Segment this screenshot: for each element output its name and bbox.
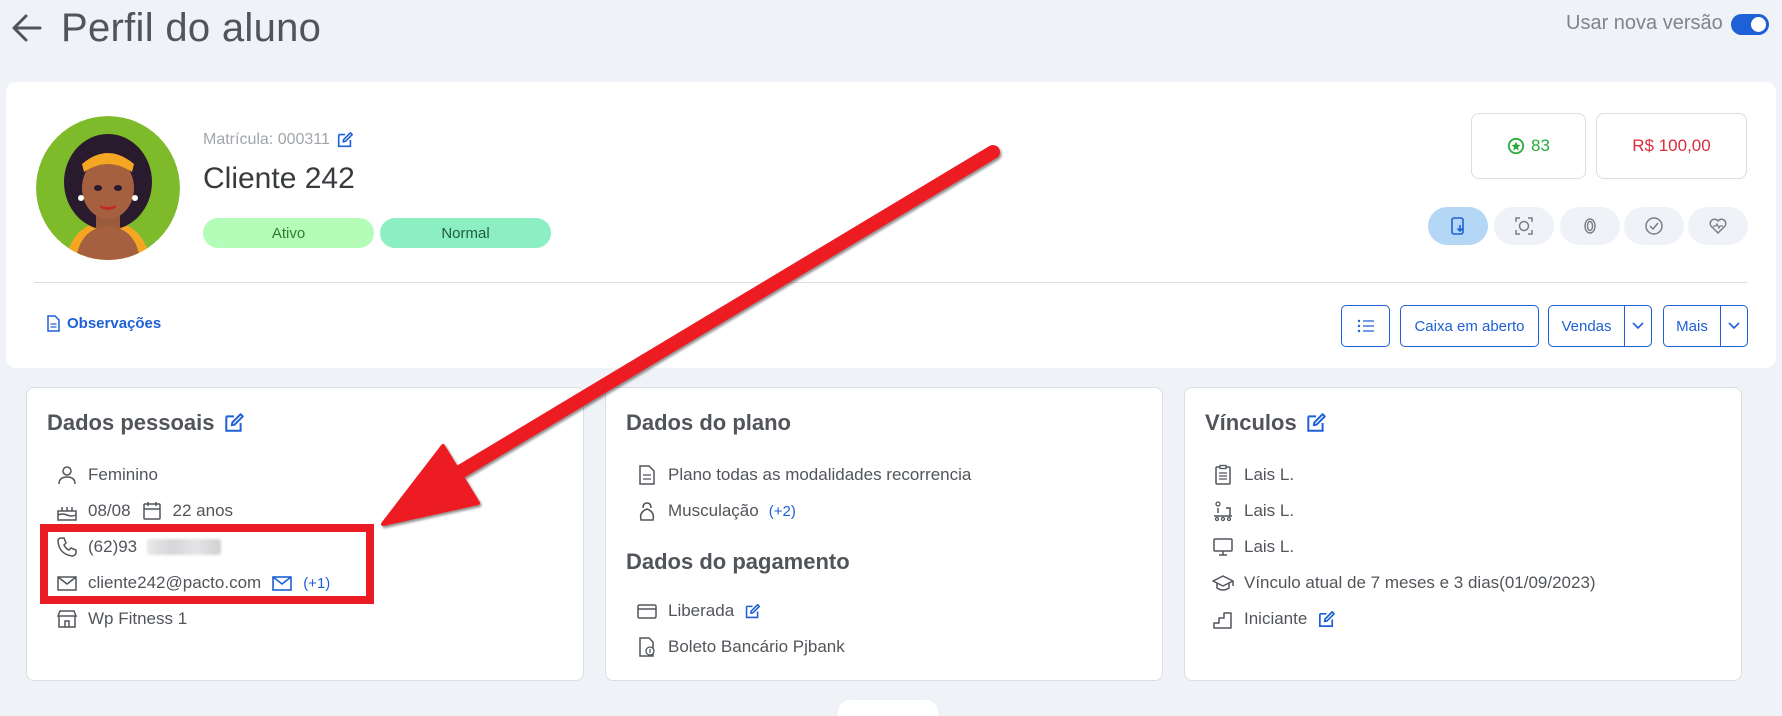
clipboard-icon [1215, 464, 1231, 485]
mobile-download-icon [1451, 217, 1464, 235]
payment-method-row: Boleto Bancário Pjbank [636, 636, 845, 658]
edit-icon[interactable] [744, 603, 761, 620]
list-button[interactable] [1341, 305, 1390, 347]
plan-name-row: Plano todas as modalidades recorrencia [636, 464, 971, 486]
observations-label: Observações [67, 315, 162, 332]
caixa-em-aberto-button[interactable]: Caixa em aberto [1400, 305, 1539, 347]
kettlebell-icon [639, 502, 655, 521]
highlight-box [40, 524, 374, 604]
treadmill-icon [1214, 501, 1232, 522]
chevron-down-icon [1728, 322, 1740, 330]
links-title: Vínculos [1205, 410, 1327, 436]
balance-value: R$ 100,00 [1632, 136, 1711, 155]
document-icon [639, 465, 655, 485]
matricula: Matrícula: 000311 [203, 131, 354, 149]
plan-name-value: Plano todas as modalidades recorrencia [668, 465, 972, 484]
payment-status-row: Liberada [636, 600, 761, 622]
new-version-toggle[interactable] [1731, 14, 1769, 35]
level-row: Iniciante [1212, 608, 1336, 630]
gender-row: Feminino [56, 464, 158, 486]
cake-icon [57, 507, 77, 521]
points-icon [1507, 137, 1525, 155]
page-title: Perfil do aluno [61, 6, 322, 50]
toggle-knob [1751, 17, 1766, 32]
matricula-text: Matrícula: 000311 [203, 131, 330, 148]
vendas-split-button[interactable]: Vendas [1548, 305, 1652, 347]
balance-box[interactable]: R$ 100,00 [1596, 113, 1747, 179]
mobile-app-button[interactable] [1428, 207, 1488, 245]
status-badge-ativo: Ativo [203, 218, 374, 248]
personal-data-title: Dados pessoais [47, 410, 245, 436]
age-value: 22 anos [172, 501, 234, 520]
observations-link[interactable]: Observações [46, 315, 161, 332]
calendar-icon [142, 502, 161, 520]
check-circle-icon [1645, 217, 1663, 235]
teacher-row: Lais L. [1212, 536, 1294, 558]
modality-extra[interactable]: (+2) [769, 503, 796, 520]
edit-icon[interactable] [336, 131, 354, 149]
trainer-value: Lais L. [1244, 501, 1295, 520]
heart-pulse-icon [1709, 218, 1727, 235]
back-button[interactable] [10, 8, 44, 48]
graduation-cap-icon [1212, 575, 1234, 591]
edit-icon[interactable] [223, 412, 245, 434]
check-button[interactable] [1624, 207, 1684, 245]
invoice-icon [639, 637, 655, 657]
points-value: 83 [1531, 136, 1550, 155]
health-button[interactable] [1688, 207, 1748, 245]
face-recognition-button[interactable] [1494, 207, 1554, 245]
payment-method-value: Boleto Bancário Pjbank [668, 637, 845, 656]
credit-card-icon [637, 604, 657, 619]
mais-split-button[interactable]: Mais [1663, 305, 1748, 347]
consultant-value: Lais L. [1244, 465, 1295, 484]
fingerprint-button[interactable] [1560, 207, 1620, 245]
bottom-collapse-tab[interactable] [838, 700, 938, 716]
level-value: Iniciante [1244, 609, 1308, 628]
modality-value: Musculação [668, 501, 759, 520]
unit-row: Wp Fitness 1 [56, 608, 187, 630]
arrow-left-icon [12, 14, 42, 42]
birthday-row: 08/08 22 anos [56, 500, 233, 522]
vendas-dropdown[interactable] [1624, 306, 1651, 346]
fingerprint-icon [1584, 218, 1596, 234]
trainer-row: Lais L. [1212, 500, 1294, 522]
status-badge-normal: Normal [380, 218, 551, 248]
current-link-value: Vínculo atual de 7 meses e 3 dias(01/09/… [1244, 573, 1596, 592]
current-link-row: Vínculo atual de 7 meses e 3 dias(01/09/… [1212, 572, 1596, 594]
store-icon [56, 610, 78, 628]
profile-divider [34, 282, 1747, 283]
gender-value: Feminino [88, 465, 158, 484]
monitor-icon [1213, 538, 1233, 556]
list-icon [1357, 319, 1374, 333]
modality-row: Musculação (+2) [636, 500, 796, 522]
face-scan-icon [1515, 217, 1533, 235]
payment-status-value: Liberada [668, 601, 735, 620]
edit-icon[interactable] [1305, 412, 1327, 434]
document-icon [47, 315, 60, 332]
birthday-value: 08/08 [88, 501, 131, 520]
avatar [36, 116, 180, 260]
stairs-icon [1213, 612, 1232, 629]
mais-button[interactable]: Mais [1664, 306, 1720, 346]
teacher-value: Lais L. [1244, 537, 1295, 556]
unit-value: Wp Fitness 1 [88, 609, 188, 628]
points-box[interactable]: 83 [1471, 113, 1586, 179]
payment-data-title: Dados do pagamento [626, 549, 850, 574]
new-version-label: Usar nova versão [1566, 12, 1723, 34]
edit-icon[interactable] [1317, 610, 1336, 629]
plan-data-title: Dados do plano [626, 410, 791, 435]
client-name: Cliente 242 [203, 162, 355, 195]
mais-dropdown[interactable] [1720, 306, 1747, 346]
vendas-button[interactable]: Vendas [1549, 306, 1624, 346]
chevron-down-icon [1632, 322, 1644, 330]
user-icon [58, 466, 76, 485]
consultant-row: Lais L. [1212, 464, 1294, 486]
